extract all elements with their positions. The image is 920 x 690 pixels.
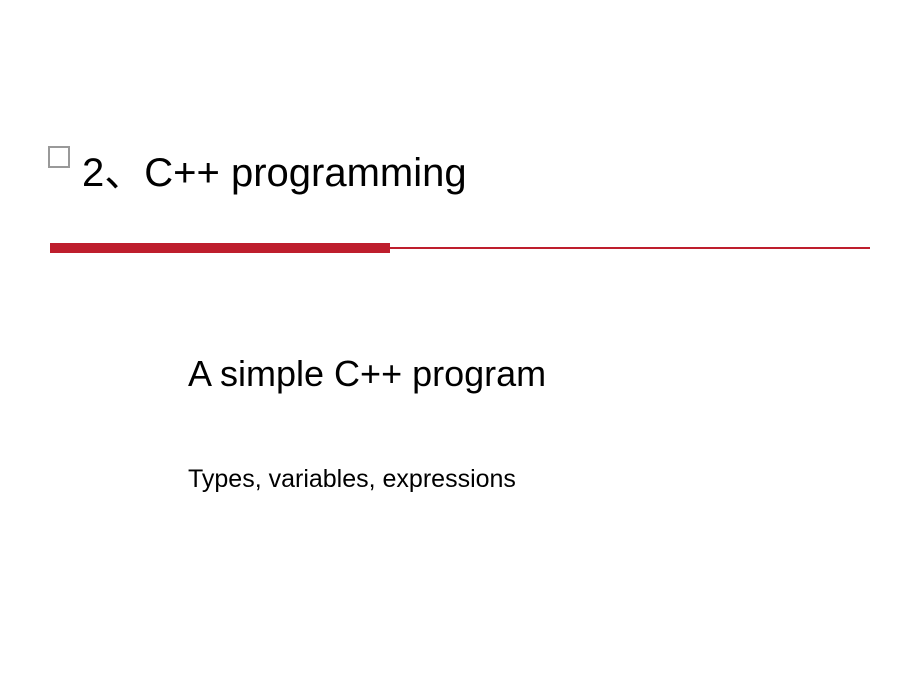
content-area: A simple C++ program Types, variables, e…	[188, 353, 850, 494]
divider-thin-segment	[390, 247, 870, 249]
slide-subtitle: A simple C++ program	[188, 353, 850, 395]
divider-line	[50, 243, 870, 253]
slide-container: 2、C++ programming A simple C++ program T…	[0, 0, 920, 690]
title-bullet-marker	[48, 146, 70, 168]
slide-description: Types, variables, expressions	[188, 465, 850, 494]
slide-title: 2、C++ programming	[82, 140, 850, 198]
divider-thick-segment	[50, 243, 390, 253]
